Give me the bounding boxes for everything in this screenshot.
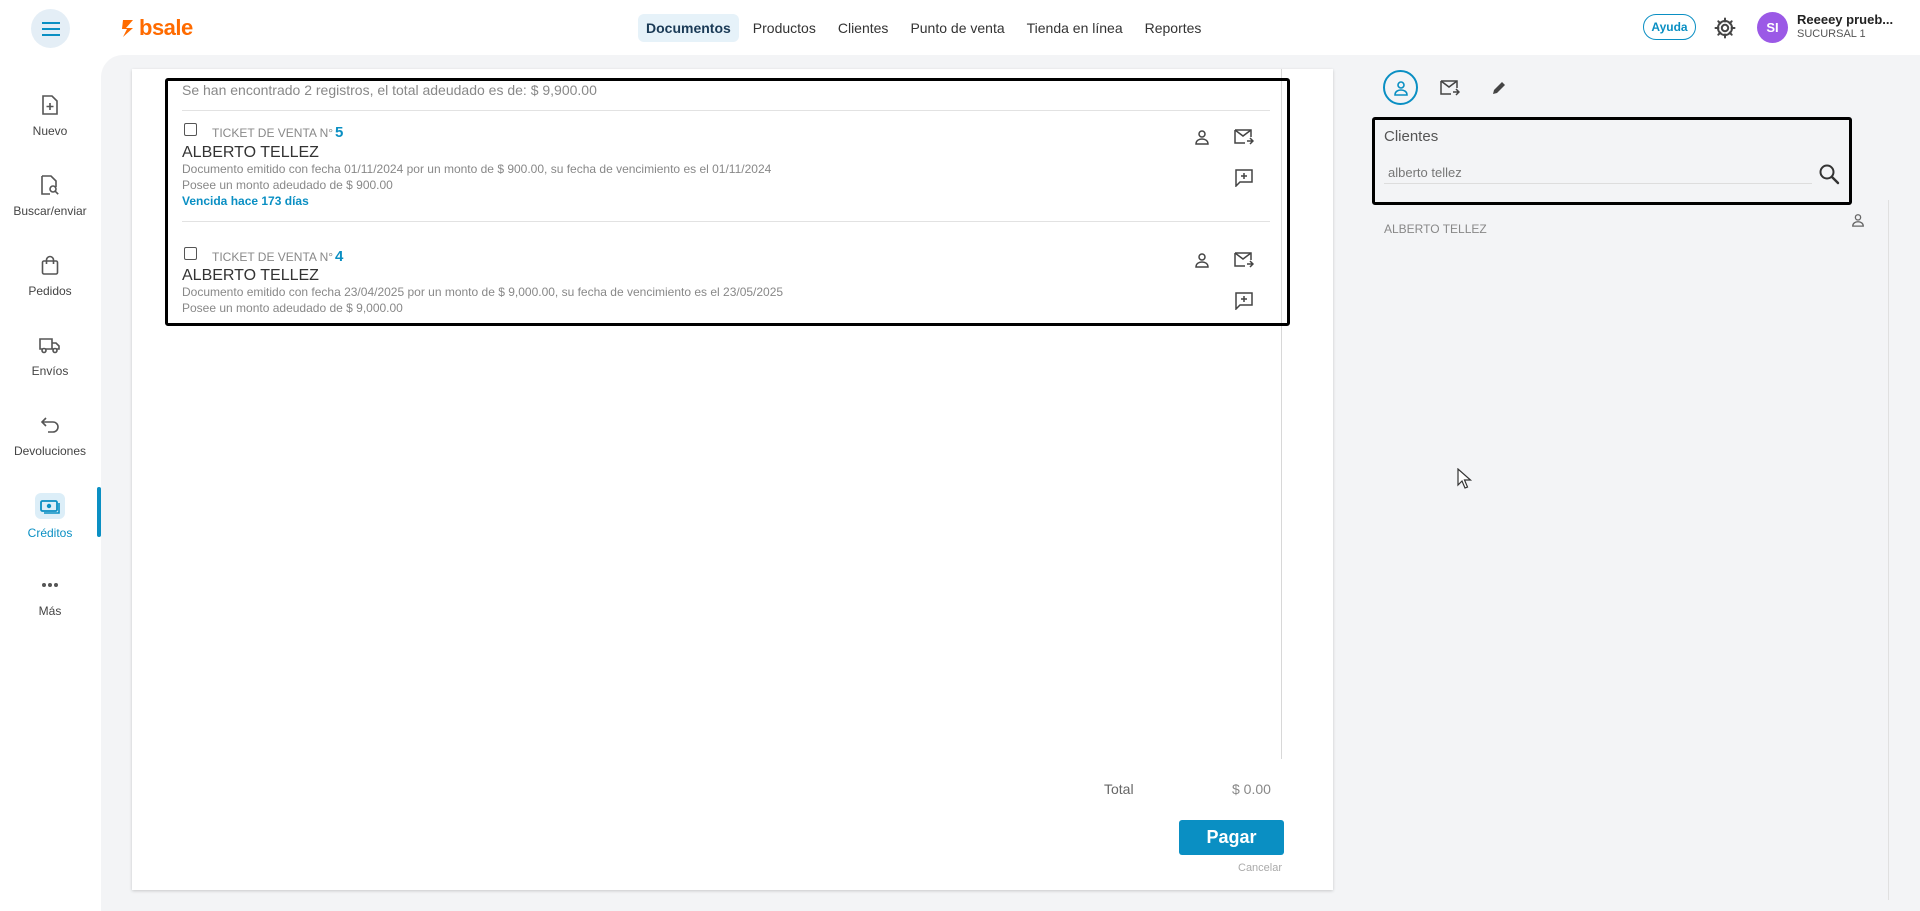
avatar[interactable]: SI: [1757, 12, 1788, 43]
sidebar-item-buscar-enviar[interactable]: Buscar/enviar: [0, 173, 100, 233]
pencil-icon: [1492, 81, 1505, 94]
shopping-bag-icon: [38, 253, 62, 277]
truck-icon: [38, 333, 62, 357]
nav-punto-de-venta[interactable]: Punto de venta: [902, 14, 1012, 42]
top-bar: bsale Documentos Productos Clientes Punt…: [0, 0, 1920, 55]
file-search-icon: [38, 173, 62, 197]
nav-tienda-en-linea[interactable]: Tienda en línea: [1019, 14, 1131, 42]
user-name: Reeeey prueb...: [1797, 12, 1894, 27]
nav-reportes[interactable]: Reportes: [1137, 14, 1210, 42]
sidebar-item-mas[interactable]: Más: [0, 573, 100, 633]
cancel-link[interactable]: Cancelar: [1238, 862, 1282, 874]
user-info[interactable]: Reeeey prueb... SUCURSAL 1: [1797, 12, 1893, 42]
sidebar-item-label: Nuevo: [32, 124, 68, 138]
gear-icon[interactable]: [1713, 16, 1737, 40]
pay-button[interactable]: Pagar: [1179, 820, 1284, 855]
tab-mail[interactable]: [1432, 70, 1467, 105]
total-label: Total: [1104, 781, 1134, 797]
person-icon: [1393, 80, 1408, 96]
clients-highlight-box: [1372, 117, 1852, 205]
sidebar-item-label: Créditos: [27, 526, 73, 540]
person-icon[interactable]: [1851, 213, 1865, 227]
client-result-item[interactable]: ALBERTO TELLEZ: [1384, 222, 1487, 236]
sidebar-item-devoluciones[interactable]: Devoluciones: [0, 413, 100, 473]
sidebar-item-label: Pedidos: [28, 284, 72, 298]
logo-text: bsale: [139, 15, 193, 40]
bsale-logo-icon: [122, 20, 133, 37]
nav-productos[interactable]: Productos: [745, 14, 824, 42]
tab-edit[interactable]: [1481, 70, 1516, 105]
right-panel-divider: [1888, 200, 1889, 900]
mouse-cursor-icon: [1457, 468, 1473, 489]
sidebar-item-label: Buscar/enviar: [13, 204, 87, 218]
nav-clientes[interactable]: Clientes: [830, 14, 897, 42]
sidebar: Nuevo Buscar/enviar Pedidos Envíos Devol…: [0, 55, 100, 911]
user-branch: SUCURSAL 1: [1797, 28, 1866, 40]
total-value: $ 0.00: [1232, 781, 1271, 797]
hamburger-icon: [41, 21, 60, 36]
sidebar-item-nuevo[interactable]: Nuevo: [0, 93, 100, 153]
help-button[interactable]: Ayuda: [1643, 14, 1696, 40]
file-plus-icon: [38, 93, 62, 117]
sidebar-item-label: Más: [38, 604, 62, 618]
bsale-logo[interactable]: bsale: [121, 14, 193, 42]
nav-documentos[interactable]: Documentos: [638, 14, 739, 42]
main-nav: Documentos Productos Clientes Punto de v…: [638, 14, 1209, 42]
sidebar-item-envios[interactable]: Envíos: [0, 333, 100, 393]
sidebar-item-label: Envíos: [31, 364, 69, 378]
return-arrow-icon: [38, 413, 62, 437]
mail-forward-icon: [1439, 79, 1460, 96]
credit-money-icon: [35, 493, 65, 519]
more-dots-icon: [38, 573, 62, 597]
documents-highlight-box: [165, 78, 1290, 326]
sidebar-item-creditos[interactable]: Créditos: [0, 493, 100, 553]
hamburger-menu-button[interactable]: [31, 9, 70, 48]
sidebar-item-pedidos[interactable]: Pedidos: [0, 253, 100, 313]
sidebar-item-label: Devoluciones: [13, 444, 87, 458]
tab-client[interactable]: [1383, 70, 1418, 105]
